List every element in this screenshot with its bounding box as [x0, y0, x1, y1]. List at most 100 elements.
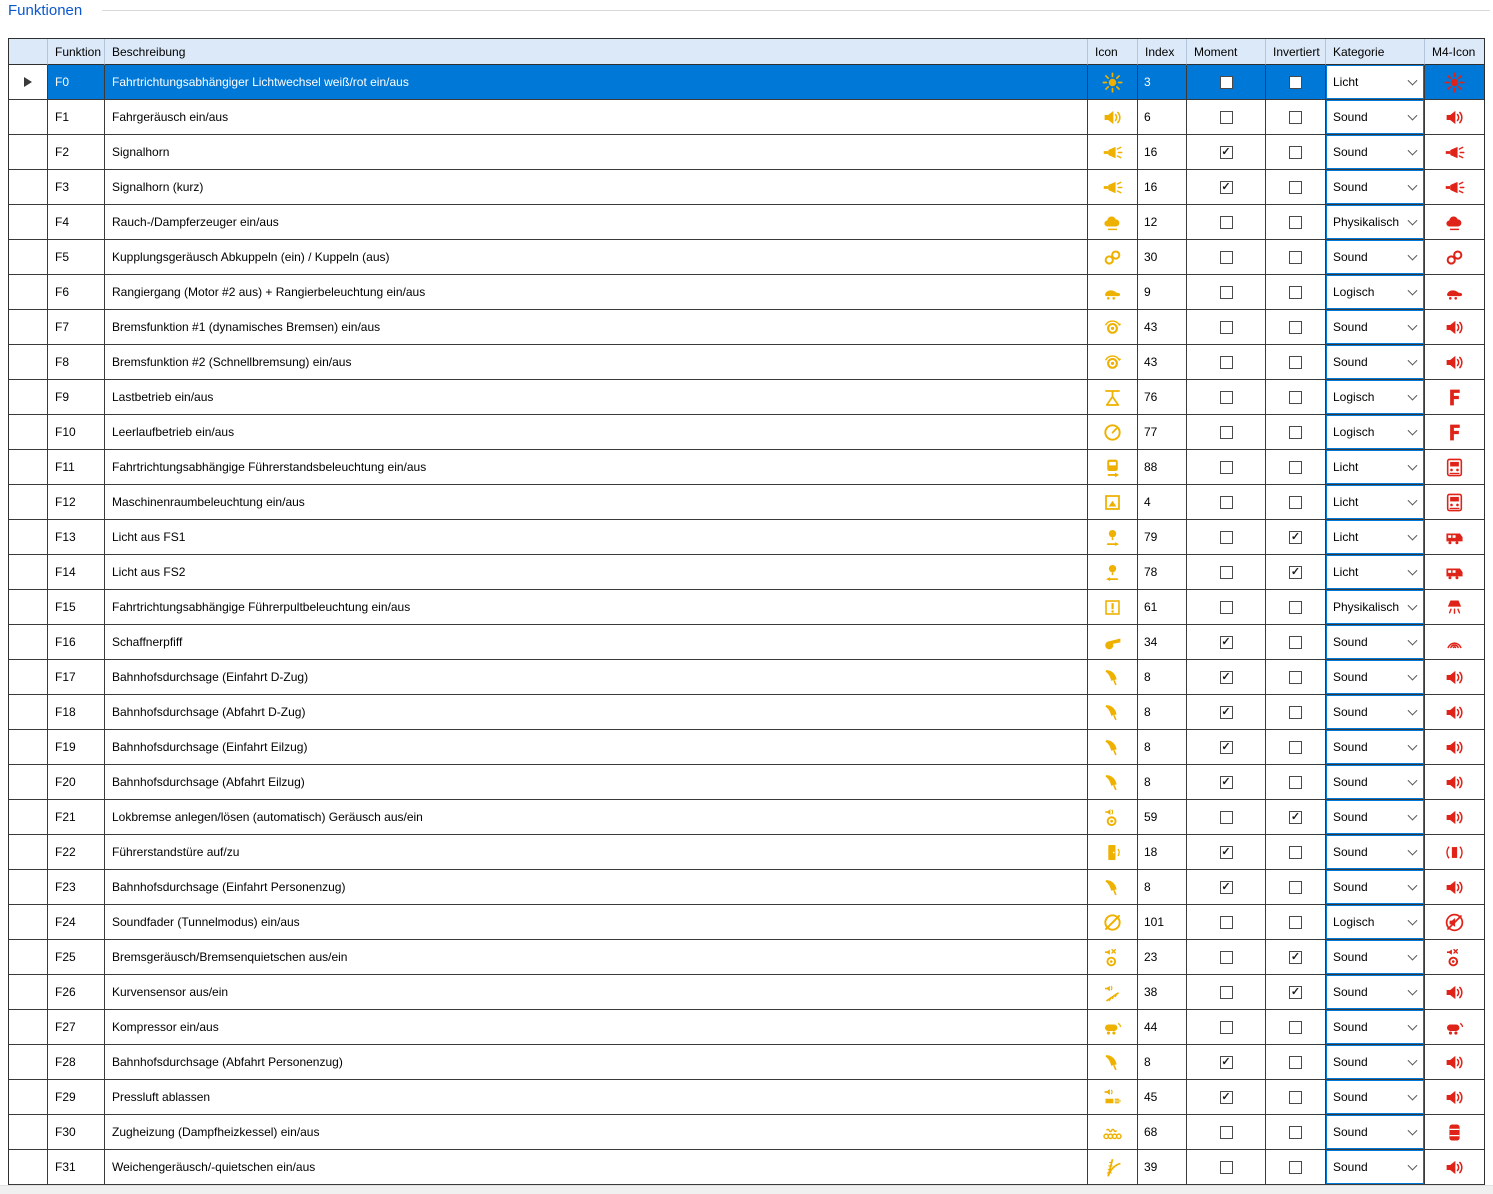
table-row[interactable]: F3Signalhorn (kurz)16✓Sound	[9, 170, 1484, 205]
function-index[interactable]: 3	[1138, 65, 1187, 100]
moment-checkbox[interactable]	[1220, 216, 1233, 229]
function-description[interactable]: Fahrtrichtungsabhängige Führerstandsbele…	[105, 450, 1088, 485]
function-index[interactable]: 101	[1138, 905, 1187, 940]
function-index[interactable]: 23	[1138, 940, 1187, 975]
function-number[interactable]: F28	[48, 1045, 105, 1080]
invertiert-checkbox[interactable]	[1289, 321, 1302, 334]
invertiert-checkbox[interactable]	[1289, 1056, 1302, 1069]
row-selector[interactable]	[9, 730, 48, 765]
function-index[interactable]: 4	[1138, 485, 1187, 520]
m4-icon-cell[interactable]	[1425, 870, 1484, 905]
m4-icon-cell[interactable]	[1425, 625, 1484, 660]
header-beschreibung[interactable]: Beschreibung	[105, 39, 1088, 65]
invertiert-checkbox[interactable]	[1289, 1161, 1302, 1174]
row-selector[interactable]	[9, 660, 48, 695]
function-description[interactable]: Pressluft ablassen	[105, 1080, 1088, 1115]
table-row[interactable]: F4Rauch-/Dampferzeuger ein/aus12Physikal…	[9, 205, 1484, 240]
m4-icon-cell[interactable]	[1425, 660, 1484, 695]
function-index[interactable]: 8	[1138, 765, 1187, 800]
kategorie-dropdown[interactable]: Logisch	[1326, 415, 1424, 449]
function-description[interactable]: Kupplungsgeräusch Abkuppeln (ein) / Kupp…	[105, 240, 1088, 275]
table-row[interactable]: F16Schaffnerpfiff34✓Sound	[9, 625, 1484, 660]
function-icon-cell[interactable]	[1088, 1045, 1138, 1080]
moment-checkbox[interactable]	[1220, 1161, 1233, 1174]
m4-icon-cell[interactable]	[1425, 590, 1484, 625]
kategorie-dropdown[interactable]: Sound	[1326, 835, 1424, 869]
header-funktion[interactable]: Funktion	[48, 39, 105, 65]
function-index[interactable]: 8	[1138, 660, 1187, 695]
function-index[interactable]: 8	[1138, 870, 1187, 905]
row-selector[interactable]	[9, 765, 48, 800]
row-selector[interactable]	[9, 450, 48, 485]
function-icon-cell[interactable]	[1088, 240, 1138, 275]
function-index[interactable]: 59	[1138, 800, 1187, 835]
invertiert-checkbox[interactable]	[1289, 146, 1302, 159]
kategorie-dropdown[interactable]: Sound	[1326, 975, 1424, 1009]
table-row[interactable]: F24Soundfader (Tunnelmodus) ein/aus101Lo…	[9, 905, 1484, 940]
moment-checkbox[interactable]	[1220, 531, 1233, 544]
moment-checkbox[interactable]	[1220, 986, 1233, 999]
m4-icon-cell[interactable]	[1425, 240, 1484, 275]
m4-icon-cell[interactable]	[1425, 940, 1484, 975]
function-icon-cell[interactable]	[1088, 275, 1138, 310]
kategorie-dropdown[interactable]: Sound	[1326, 765, 1424, 799]
m4-icon-cell[interactable]	[1425, 1010, 1484, 1045]
function-description[interactable]: Bahnhofsdurchsage (Einfahrt Personenzug)	[105, 870, 1088, 905]
invertiert-checkbox[interactable]	[1289, 1021, 1302, 1034]
function-index[interactable]: 44	[1138, 1010, 1187, 1045]
function-icon-cell[interactable]	[1088, 100, 1138, 135]
moment-checkbox[interactable]	[1220, 601, 1233, 614]
function-icon-cell[interactable]	[1088, 345, 1138, 380]
m4-icon-cell[interactable]	[1425, 65, 1484, 100]
invertiert-checkbox[interactable]	[1289, 356, 1302, 369]
function-icon-cell[interactable]	[1088, 485, 1138, 520]
function-icon-cell[interactable]	[1088, 940, 1138, 975]
moment-checkbox[interactable]	[1220, 496, 1233, 509]
function-index[interactable]: 39	[1138, 1150, 1187, 1185]
function-index[interactable]: 43	[1138, 310, 1187, 345]
moment-checkbox[interactable]	[1220, 251, 1233, 264]
function-index[interactable]: 8	[1138, 695, 1187, 730]
table-row[interactable]: F20Bahnhofsdurchsage (Abfahrt Eilzug)8✓S…	[9, 765, 1484, 800]
moment-checkbox[interactable]	[1220, 391, 1233, 404]
function-icon-cell[interactable]	[1088, 415, 1138, 450]
function-description[interactable]: Bremsfunktion #1 (dynamisches Bremsen) e…	[105, 310, 1088, 345]
table-row[interactable]: F27Kompressor ein/aus44Sound	[9, 1010, 1484, 1045]
kategorie-dropdown[interactable]: Sound	[1326, 345, 1424, 379]
table-row[interactable]: F29Pressluft ablassen45✓Sound	[9, 1080, 1484, 1115]
kategorie-dropdown[interactable]: Physikalisch	[1326, 205, 1424, 239]
m4-icon-cell[interactable]	[1425, 275, 1484, 310]
function-number[interactable]: F21	[48, 800, 105, 835]
table-row[interactable]: F15Fahrtrichtungsabhängige Führerpultbel…	[9, 590, 1484, 625]
kategorie-dropdown[interactable]: Sound	[1326, 800, 1424, 834]
function-icon-cell[interactable]	[1088, 765, 1138, 800]
row-selector[interactable]	[9, 975, 48, 1010]
row-selector[interactable]	[9, 520, 48, 555]
kategorie-dropdown[interactable]: Sound	[1326, 1010, 1424, 1044]
function-number[interactable]: F17	[48, 660, 105, 695]
m4-icon-cell[interactable]	[1425, 310, 1484, 345]
table-row[interactable]: F0Fahrtrichtungsabhängiger Lichtwechsel …	[9, 65, 1484, 100]
function-number[interactable]: F31	[48, 1150, 105, 1185]
invertiert-checkbox[interactable]	[1289, 671, 1302, 684]
function-description[interactable]: Lokbremse anlegen/lösen (automatisch) Ge…	[105, 800, 1088, 835]
table-row[interactable]: F2Signalhorn16✓Sound	[9, 135, 1484, 170]
m4-icon-cell[interactable]	[1425, 170, 1484, 205]
function-index[interactable]: 61	[1138, 590, 1187, 625]
row-selector[interactable]	[9, 940, 48, 975]
m4-icon-cell[interactable]	[1425, 835, 1484, 870]
table-row[interactable]: F21Lokbremse anlegen/lösen (automatisch)…	[9, 800, 1484, 835]
function-number[interactable]: F25	[48, 940, 105, 975]
invertiert-checkbox[interactable]	[1289, 916, 1302, 929]
table-row[interactable]: F28Bahnhofsdurchsage (Abfahrt Personenzu…	[9, 1045, 1484, 1080]
moment-checkbox[interactable]	[1220, 286, 1233, 299]
row-selector[interactable]	[9, 625, 48, 660]
invertiert-checkbox[interactable]	[1289, 461, 1302, 474]
header-m4icon[interactable]: M4-Icon	[1425, 39, 1484, 65]
row-selector[interactable]	[9, 205, 48, 240]
invertiert-checkbox[interactable]	[1289, 76, 1302, 89]
function-index[interactable]: 38	[1138, 975, 1187, 1010]
invertiert-checkbox[interactable]	[1289, 286, 1302, 299]
function-index[interactable]: 77	[1138, 415, 1187, 450]
row-selector[interactable]	[9, 380, 48, 415]
